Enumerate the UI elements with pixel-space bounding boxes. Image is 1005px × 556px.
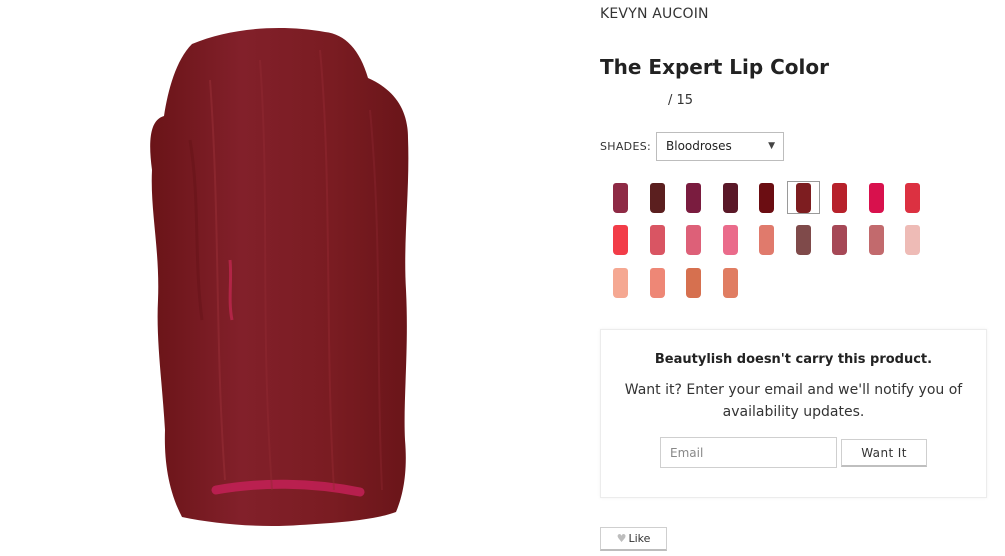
shade-dropdown[interactable]: Bloodroses ▼ [656,132,784,161]
shade-swatch-chip [722,225,738,255]
shade-swatch[interactable] [750,181,783,214]
shade-swatch[interactable] [714,181,747,214]
shade-swatch-chip [722,182,738,213]
notify-title: Beautylish doesn't carry this product. [654,352,933,367]
shade-swatch-chip [905,182,920,213]
shade-swatch[interactable] [604,224,637,257]
shade-swatch-chip [686,267,701,298]
notify-form: Want It [660,437,927,468]
shade-swatch-chip [868,225,884,255]
shade-swatch[interactable] [750,224,783,257]
shade-swatch[interactable] [787,224,820,257]
shade-swatch-chip [905,225,920,255]
like-label: Like [628,532,651,545]
shade-swatch[interactable] [677,266,710,299]
shade-swatch-chip [686,182,701,213]
shade-swatch[interactable] [641,181,674,214]
want-it-button[interactable]: Want It [841,439,927,467]
chevron-down-icon: ▼ [768,141,775,151]
like-button[interactable]: ♥ Like [600,527,667,551]
shade-swatch[interactable] [641,266,674,299]
shade-swatch[interactable] [641,224,674,257]
shade-swatch-chip [832,225,847,255]
shade-swatch-chip [613,225,628,255]
shade-swatch-chip [868,182,884,213]
shade-swatch[interactable] [860,224,893,257]
shade-swatch-chip [686,225,701,255]
shade-swatch[interactable] [604,266,637,299]
shades-label: SHADES: [600,140,651,153]
email-input[interactable] [660,437,837,468]
notify-panel: Beautylish doesn't carry this product. W… [600,329,987,498]
shade-swatch-chip [649,225,665,255]
shade-swatch[interactable] [677,181,710,214]
shade-swatch-chip [795,225,811,255]
shade-swatch[interactable] [896,224,929,257]
shade-dropdown-value: Bloodroses [666,139,732,153]
shade-swatch-chip [722,267,738,298]
shade-swatch[interactable] [786,181,820,214]
shade-swatch[interactable] [714,266,747,299]
shade-swatch[interactable] [860,181,893,214]
shade-swatch-chip [649,182,665,213]
notify-text: Want it? Enter your email and we'll noti… [624,382,963,420]
product-swatch-image [150,28,409,527]
shade-swatch[interactable] [714,224,747,257]
product-title: The Expert Lip Color [600,55,829,79]
shade-swatch-chip [613,182,628,213]
shade-swatch-chip [795,182,811,213]
shade-swatch[interactable] [823,224,856,257]
shade-swatch[interactable] [896,181,929,214]
brand-name[interactable]: KEVYN AUCOIN [600,6,709,22]
shade-swatch-chip [832,182,847,213]
shade-swatch[interactable] [823,181,856,214]
shade-swatch-chip [759,225,774,255]
rating-count: / 15 [668,93,694,108]
shade-swatch[interactable] [677,224,710,257]
shade-swatch[interactable] [604,181,637,214]
shade-swatch-chip [649,267,665,298]
shade-selector-row: SHADES: Bloodroses ▼ [600,131,784,162]
shade-swatch-chip [759,182,774,213]
shade-swatch-chip [613,267,628,298]
heart-icon: ♥ [616,532,627,545]
